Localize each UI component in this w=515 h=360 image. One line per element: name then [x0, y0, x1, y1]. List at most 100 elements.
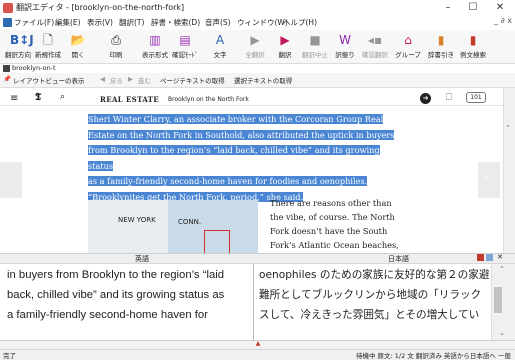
search-icon[interactable]: ⌕: [60, 92, 65, 102]
menu-view[interactable]: 表示(V): [87, 17, 113, 28]
annotate-button[interactable]: W 訳振り: [330, 31, 360, 63]
open-button[interactable]: 📂 開く: [63, 31, 93, 63]
new-doc-icon: 🗋: [43, 33, 53, 47]
document-icon: [3, 18, 12, 27]
menu-edit[interactable]: 編集(E): [55, 17, 81, 28]
forward-icon[interactable]: ▶: [128, 75, 133, 83]
web-scrollbar[interactable]: [503, 88, 515, 253]
menu-file[interactable]: ファイル(F): [14, 17, 54, 28]
open-folder-icon: 📂: [70, 33, 86, 47]
menu-window[interactable]: ウィンドウ(W): [237, 17, 288, 28]
status-left: 完了: [3, 352, 16, 360]
en-line: a family-friendly second-home haven for: [7, 309, 208, 321]
body-line: Fork’s Atlantic Ocean beaches,: [270, 240, 399, 250]
pin-icon[interactable]: 📌: [3, 75, 11, 83]
window-title: 翻訳エディタ - [brooklyn-on-the-north-fork]: [16, 3, 185, 12]
scroll-thumb[interactable]: [494, 287, 502, 313]
scroll-down-icon[interactable]: ⌄: [499, 329, 505, 337]
font-button[interactable]: A 文字: [205, 31, 235, 63]
menu-dictionary[interactable]: 辞書・検索(D): [151, 17, 200, 28]
body-line: There are reasons other than: [270, 198, 392, 208]
status-right: 待機中 原文: 1/2 文 翻訳済み 英語から日本語へ 一般: [355, 352, 511, 360]
document-tab-row: [0, 64, 515, 73]
english-text[interactable]: in buyers from Brooklyn to the region’s …: [7, 265, 255, 325]
selected-paragraph[interactable]: Sheri Winter Clarry, an associate broker…: [88, 112, 403, 206]
pane-close-icon[interactable]: ✕: [497, 253, 503, 261]
child-window-controls[interactable]: _ ∂ x: [494, 16, 512, 25]
japanese-pane-header: 日本語: [388, 255, 409, 263]
group-button[interactable]: ⌂ グループ: [393, 31, 423, 63]
close-icon[interactable]: ✕: [489, 0, 511, 16]
chevron-right-icon: ›: [484, 171, 489, 185]
example-search-button[interactable]: ▮ 例文検索: [458, 31, 488, 63]
group-icon: ⌂: [404, 33, 412, 47]
direction-button[interactable]: B↕J 翻訳方向: [3, 31, 34, 63]
prev-article-button[interactable]: [0, 162, 22, 198]
body-line: the vibe, of course. The North: [270, 212, 395, 222]
get-page-text-button[interactable]: ページテキストの取得: [160, 75, 225, 85]
confirm-translate-button[interactable]: ◂▪ 確認翻訳: [360, 31, 390, 63]
direction-icon: B↕J: [10, 33, 34, 47]
minimize-icon[interactable]: –: [437, 0, 459, 16]
font-icon: A: [215, 33, 225, 47]
article-body[interactable]: There are reasons other than the vibe, o…: [270, 196, 410, 252]
translate-icon: ▶: [280, 33, 290, 47]
scroll-up-icon[interactable]: ⌃: [505, 124, 511, 132]
dictionary-button[interactable]: ▮ 辞書引き: [426, 31, 456, 63]
ja-line: 難所としてブルックリンから地域の「リラック: [259, 289, 482, 301]
layout-button[interactable]: ▥ 表示形式: [140, 31, 170, 63]
selected-line: as a family-friendly second-home haven f…: [88, 176, 368, 187]
stop-button[interactable]: ■ 翻訳中止: [300, 31, 330, 63]
new-doc-button[interactable]: 🗋 新規作成: [33, 31, 63, 63]
japanese-text[interactable]: oenophiles のための家族に友好的な第２の家避 難所としてブルックリンか…: [259, 265, 491, 325]
layout-preview-button[interactable]: レイアウトビューの表示: [13, 75, 85, 85]
share-icon[interactable]: ➜: [420, 93, 431, 104]
menu-help[interactable]: ヘルプ(H): [283, 17, 317, 28]
print-icon: ⎙: [111, 33, 121, 47]
en-line: back, chilled vibe” and its growing stat…: [7, 289, 225, 301]
map-label-new-york: NEW YORK: [118, 216, 156, 224]
app-icon: [3, 3, 13, 13]
hamburger-icon[interactable]: ≡: [10, 93, 18, 104]
collapse-arrow-icon[interactable]: ▲: [248, 340, 268, 348]
forward-button[interactable]: 進む: [138, 75, 151, 85]
translate-button[interactable]: ▶ 翻訳: [270, 31, 300, 63]
back-icon[interactable]: ◀: [100, 75, 105, 83]
menu-voice[interactable]: 音声(S): [205, 17, 231, 28]
confirm-translate-icon: ◂▪: [367, 33, 383, 47]
back-button[interactable]: 戻る: [110, 75, 123, 85]
translate-all-icon: ▶: [250, 33, 260, 47]
selected-line: Sheri Winter Clarry, an associate broker…: [88, 114, 384, 124]
scroll-up-icon[interactable]: ⌃: [499, 265, 505, 273]
comment-count[interactable]: 101: [466, 92, 486, 103]
example-search-icon: ▮: [469, 33, 477, 47]
get-selection-text-button[interactable]: 選択テキストの取得: [234, 75, 292, 85]
en-line: in buyers from Brooklyn to the region’s …: [7, 269, 225, 281]
confirm-mode-button[interactable]: ▤ 確認ﾓｰﾄﾞ: [170, 31, 200, 63]
pane-icon-blue[interactable]: [486, 254, 493, 261]
translate-all-button[interactable]: ▶ 全翻訳: [240, 31, 270, 63]
maximize-icon[interactable]: ☐: [462, 0, 484, 16]
map-highlight-box: [204, 230, 230, 254]
confirm-mode-icon: ▤: [179, 33, 191, 47]
annotate-icon: W: [339, 33, 351, 47]
next-article-button[interactable]: [478, 162, 500, 198]
selected-line: Estate on the North Fork in Southold, al…: [88, 129, 395, 140]
dictionary-icon: ▮: [437, 33, 445, 47]
layout-icon: ▥: [149, 33, 161, 47]
menu-translate[interactable]: 翻訳(T): [119, 17, 144, 28]
stop-icon: ■: [309, 33, 321, 47]
document-tab[interactable]: brooklyn-on-t: [12, 64, 56, 72]
english-pane-header: 英語: [135, 255, 149, 263]
ja-line: oenophiles のための家族に友好的な第２の家避: [259, 269, 490, 281]
nyt-logo-icon[interactable]: 𝕿: [35, 92, 41, 103]
pane-header: [0, 253, 515, 264]
section-brand[interactable]: REAL ESTATE: [100, 95, 159, 104]
body-line: Fork doesn’t have the South: [270, 226, 388, 236]
print-button[interactable]: ⎙ 印刷: [101, 31, 131, 63]
pane-icon-red[interactable]: [477, 254, 484, 261]
selected-line: from Brooklyn to the region’s “laid back…: [88, 145, 380, 171]
bookmark-icon[interactable]: ⎕: [446, 92, 452, 103]
article-headline: Brooklyn on the North Fork: [168, 96, 249, 103]
map-label-conn: CONN.: [178, 218, 202, 226]
